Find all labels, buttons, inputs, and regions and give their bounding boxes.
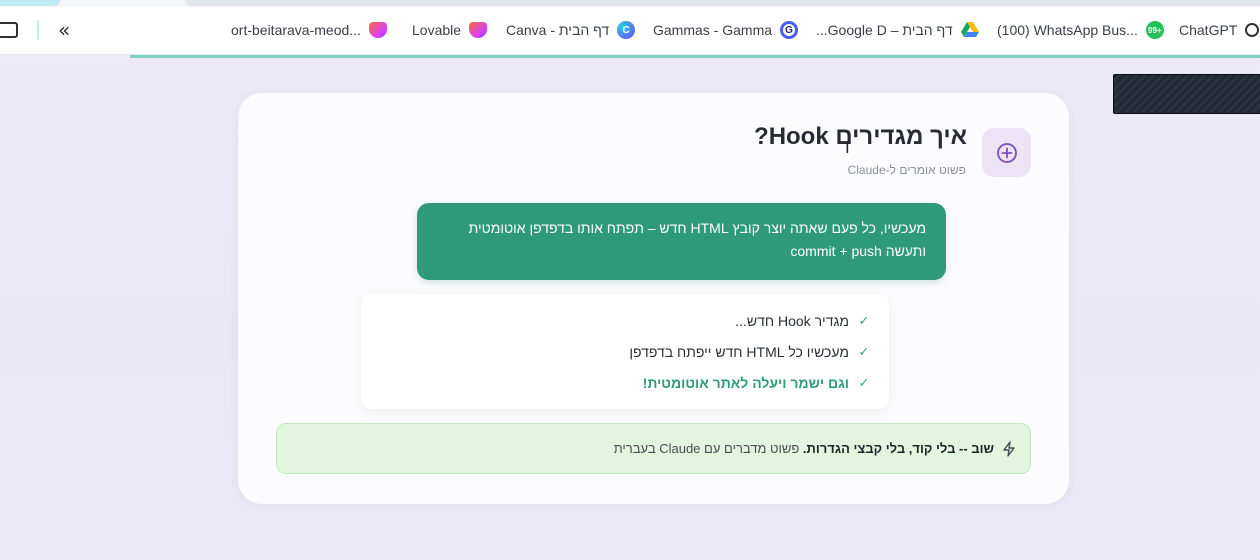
banner-text: שוב -- בלי קוד, בלי קבצי הגדרות. פשוט מד… [614, 441, 994, 456]
bookmark-gamma[interactable]: Gammas - Gamma G [653, 19, 799, 41]
overlay-panel[interactable] [1113, 74, 1260, 114]
gamma-icon: G [780, 21, 799, 39]
card-title: איך מגדירים Hook? [754, 123, 967, 150]
info-banner: שוב -- בלי קוד, בלי קבצי הגדרות. פשוט מד… [276, 423, 1031, 474]
lightning-icon [1002, 440, 1016, 457]
toolbar-separator [37, 20, 39, 40]
check-icon: ✓ [858, 343, 870, 359]
banner-bold-text: שוב -- בלי קוד, בלי קבצי הגדרות. [802, 441, 994, 456]
prompt-line: ותעשה commit + push [790, 243, 926, 259]
step-text: וגם ישמר ויעלה לאתר אוטומטית! [642, 374, 849, 391]
bookmark-chatgpt[interactable]: ChatGPT [1179, 19, 1260, 41]
bookmark-label: Lovable [412, 22, 462, 38]
bookmark-label: (100) WhatsApp Bus... [997, 22, 1138, 38]
check-icon: ✓ [858, 312, 870, 328]
canva-icon: C [617, 21, 636, 39]
bookmark-ort-beitarava[interactable]: ort-beitarava-meod... [231, 19, 387, 41]
bookmark-label: דף הבית – Google D... [816, 22, 953, 38]
list-item: ✓ וגם ישמר ויעלה לאתר אוטומטית! [361, 367, 871, 398]
banner-rest-text: פשוט מדברים עם Claude בעברית [613, 441, 803, 456]
bookmark-whatsapp[interactable]: (100) WhatsApp Bus... 99+ [997, 19, 1164, 41]
add-button[interactable] [982, 128, 1031, 177]
bookmark-label: ort-beitarava-meod... [231, 22, 361, 38]
user-prompt-bubble: מעכשיו, כל פעם שאתה יוצר קובץ HTML חדש –… [417, 203, 946, 280]
plus-circle-icon [996, 142, 1017, 163]
card-subtitle: פשוט אומרים ל-Claude [847, 163, 966, 177]
step-text: מעכשיו כל HTML חדש ייפתח בדפדפן [629, 343, 849, 360]
chatgpt-icon [1245, 23, 1260, 37]
hook-explainer-card: איך מגדירים Hook? פשוט אומרים ל-Claude מ… [238, 93, 1069, 504]
bookmarks-bar: « ort-beitarava-meod... Lovable דף הבית … [0, 7, 1260, 55]
prompt-line: מעכשיו, כל פעם שאתה יוצר קובץ HTML חדש –… [468, 220, 926, 236]
active-tab-edge[interactable] [0, 0, 60, 6]
text-cursor-icon: I [845, 138, 850, 157]
tab-overview-icon[interactable] [0, 22, 18, 38]
bookmark-google-drive[interactable]: דף הבית – Google D... [816, 19, 979, 41]
list-item: ✓ מגדיר Hook חדש... [361, 305, 871, 336]
tab-bar [185, 0, 1260, 6]
whatsapp-icon: 99+ [1145, 21, 1164, 39]
list-item: ✓ מעכשיו כל HTML חדש ייפתח בדפדפן [361, 336, 871, 367]
bookmark-label: דף הבית - Canva [506, 22, 610, 38]
page-load-accent-bar [130, 55, 1260, 58]
lovable-icon [368, 22, 387, 38]
step-text: מגדיר Hook חדש... [735, 312, 849, 329]
google-drive-icon [960, 22, 979, 38]
bookmark-lovable[interactable]: Lovable [412, 19, 488, 41]
check-icon: ✓ [858, 374, 870, 390]
more-bookmarks-chevron-icon[interactable]: « [58, 18, 70, 42]
bookmark-label: ChatGPT [1179, 22, 1238, 38]
steps-list: ✓ מגדיר Hook חדש... ✓ מעכשיו כל HTML חדש… [361, 294, 889, 409]
browser-tab-strip [0, 0, 1260, 7]
lovable-icon [469, 22, 488, 38]
bookmark-canva[interactable]: דף הבית - Canva C [506, 19, 636, 41]
bookmark-label: Gammas - Gamma [653, 22, 773, 38]
